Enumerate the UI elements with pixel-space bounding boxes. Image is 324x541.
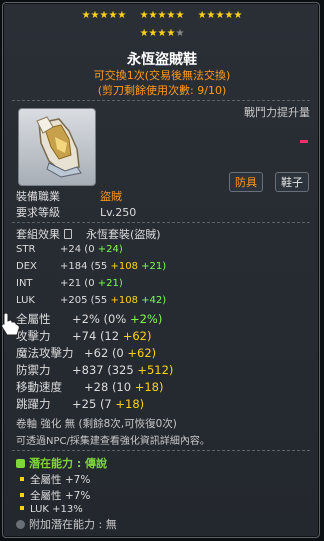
lock-icon <box>64 229 72 239</box>
enhance-hint: 可透過NPC/採集建查看強化資訊詳細內容。 <box>16 436 210 447</box>
stat-value: +74 <box>72 329 97 343</box>
stat-name: STR <box>16 244 36 255</box>
stat-value: +21 <box>60 278 82 289</box>
req-level-value: Lv.250 <box>100 206 137 219</box>
potential-text: LUK +13% <box>30 504 83 515</box>
req-level-row: 要求等級 Lv.250 <box>16 204 136 220</box>
star-group: ★★★★★ <box>81 10 127 21</box>
potential-text: 全屬性 +7% <box>30 490 91 502</box>
divider <box>12 222 310 223</box>
scroll-info: 卷軸 強化 無 (剩餘8次,可恢復0次) <box>16 418 177 430</box>
stat-name: 防禦力 <box>16 363 51 377</box>
potential-line: 全屬性 +7% <box>20 488 90 503</box>
stat-value: +205 <box>60 295 88 306</box>
stat-row: 防禦力 +837 (325 +512) <box>16 362 173 378</box>
stat-starforce: +512) <box>137 363 174 377</box>
stat-base: (10 <box>111 380 132 394</box>
req-level-label: 要求等級 <box>16 206 60 219</box>
stat-row: STR +24 (0 +24) <box>16 244 123 255</box>
potential-title: 潛在能力 : 傳說 <box>29 457 108 470</box>
stat-row: 攻擊力 +74 (12 +62) <box>16 328 151 344</box>
stat-row: INT +21 (0 +21) <box>16 278 123 289</box>
stat-name: LUK <box>16 295 35 306</box>
stat-name: INT <box>16 278 33 289</box>
divider <box>12 100 310 101</box>
stat-starforce: +108 <box>110 261 138 272</box>
equip-job-value: 盜賊 <box>100 190 122 203</box>
bullet-icon <box>20 506 24 510</box>
stat-bonus: +24) <box>97 244 123 255</box>
combat-power-label: 戰鬥力提升量 <box>244 106 310 119</box>
stat-name: 魔法攻擊力 <box>16 346 74 360</box>
stat-starforce: +108 <box>110 295 138 306</box>
legendary-icon <box>16 459 25 468</box>
stat-row: 魔法攻擊力 +62 (0 +62) <box>16 345 156 361</box>
stat-value: +24 <box>60 244 82 255</box>
boots-icon <box>36 116 82 178</box>
set-effect-label: 套組效果 <box>16 228 60 241</box>
additional-potential-icon <box>16 520 25 529</box>
stat-base: (55 <box>90 295 108 306</box>
stat-starforce: +18) <box>134 380 164 394</box>
stat-starforce: +18) <box>115 397 145 411</box>
stat-row: 跳躍力 +25 (7 +18) <box>16 396 144 412</box>
stat-base: (325 <box>107 363 134 377</box>
star-group: ★★★★ <box>139 28 176 39</box>
hand-cursor-icon <box>1 312 20 336</box>
stat-base: (0 <box>111 346 124 360</box>
item-icon-frame <box>18 108 96 186</box>
divider <box>12 450 310 451</box>
stat-base: (7 <box>99 397 112 411</box>
potential-line: 全屬性 +7% <box>20 472 90 487</box>
empty-star-icon: ★ <box>175 28 185 39</box>
stat-row: 全屬性 +2% (0% +2%) <box>16 311 162 327</box>
stat-name: 全屬性 <box>16 312 51 326</box>
bullet-icon <box>20 493 24 497</box>
stat-bonus: +2%) <box>129 312 163 326</box>
stat-base: (0 <box>84 244 95 255</box>
stat-name: 攻擊力 <box>16 329 51 343</box>
star-force-row-2: ★★★★★ <box>0 28 324 39</box>
set-effect-value: 永恆套裝(盜賊) <box>86 228 161 241</box>
stat-starforce: +62) <box>122 329 152 343</box>
item-name: 永恆盜賊鞋 <box>127 52 197 68</box>
stat-value: +25 <box>72 397 97 411</box>
combat-power-change <box>300 140 308 143</box>
additional-potential-row: 附加潛在能力 : 無 <box>16 516 117 532</box>
armor-tag: 防具 <box>229 172 263 192</box>
stat-value: +837 <box>72 363 104 377</box>
stat-bonus: +21) <box>141 261 167 272</box>
stat-bonus: +42) <box>141 295 167 306</box>
scissors-count: (剪刀剩餘使用次數: 9/10) <box>97 84 227 97</box>
stat-base: (12 <box>99 329 120 343</box>
stat-name: 跳躍力 <box>16 397 51 411</box>
potential-text: 全屬性 +7% <box>30 474 91 486</box>
additional-potential-text: 附加潛在能力 : 無 <box>29 518 117 531</box>
equip-job-row: 裝備職業 盜賊 <box>16 188 122 204</box>
stat-value: +2% <box>72 312 100 326</box>
stat-value: +28 <box>84 380 109 394</box>
potential-line: LUK +13% <box>20 504 83 515</box>
stat-value: +62 <box>84 346 109 360</box>
shoes-tag: 鞋子 <box>275 172 309 192</box>
bullet-icon <box>20 477 24 481</box>
stat-base: (55 <box>90 261 108 272</box>
stat-starforce: +62) <box>127 346 157 360</box>
star-force-row-1: ★★★★★ ★★★★★ ★★★★★ <box>0 10 324 21</box>
stat-name: 移動速度 <box>16 380 62 394</box>
tradeable-note: 可交換1次(交易後無法交換) <box>93 69 231 82</box>
stat-bonus: +21) <box>97 278 123 289</box>
stat-base: (0% <box>103 312 127 326</box>
stat-name: DEX <box>16 261 37 272</box>
stat-base: (0 <box>84 278 95 289</box>
stat-row: 移動速度 +28 (10 +18) <box>16 379 163 395</box>
equip-job-label: 裝備職業 <box>16 190 60 203</box>
set-effect-row: 套組效果 永恆套裝(盜賊) <box>16 226 161 242</box>
star-group: ★★★★★ <box>197 10 243 21</box>
stat-row: LUK +205 (55 +108 +42) <box>16 295 166 306</box>
stat-value: +184 <box>60 261 88 272</box>
star-group: ★★★★★ <box>139 10 185 21</box>
stat-row: DEX +184 (55 +108 +21) <box>16 261 166 272</box>
potential-header: 潛在能力 : 傳說 <box>16 455 107 471</box>
